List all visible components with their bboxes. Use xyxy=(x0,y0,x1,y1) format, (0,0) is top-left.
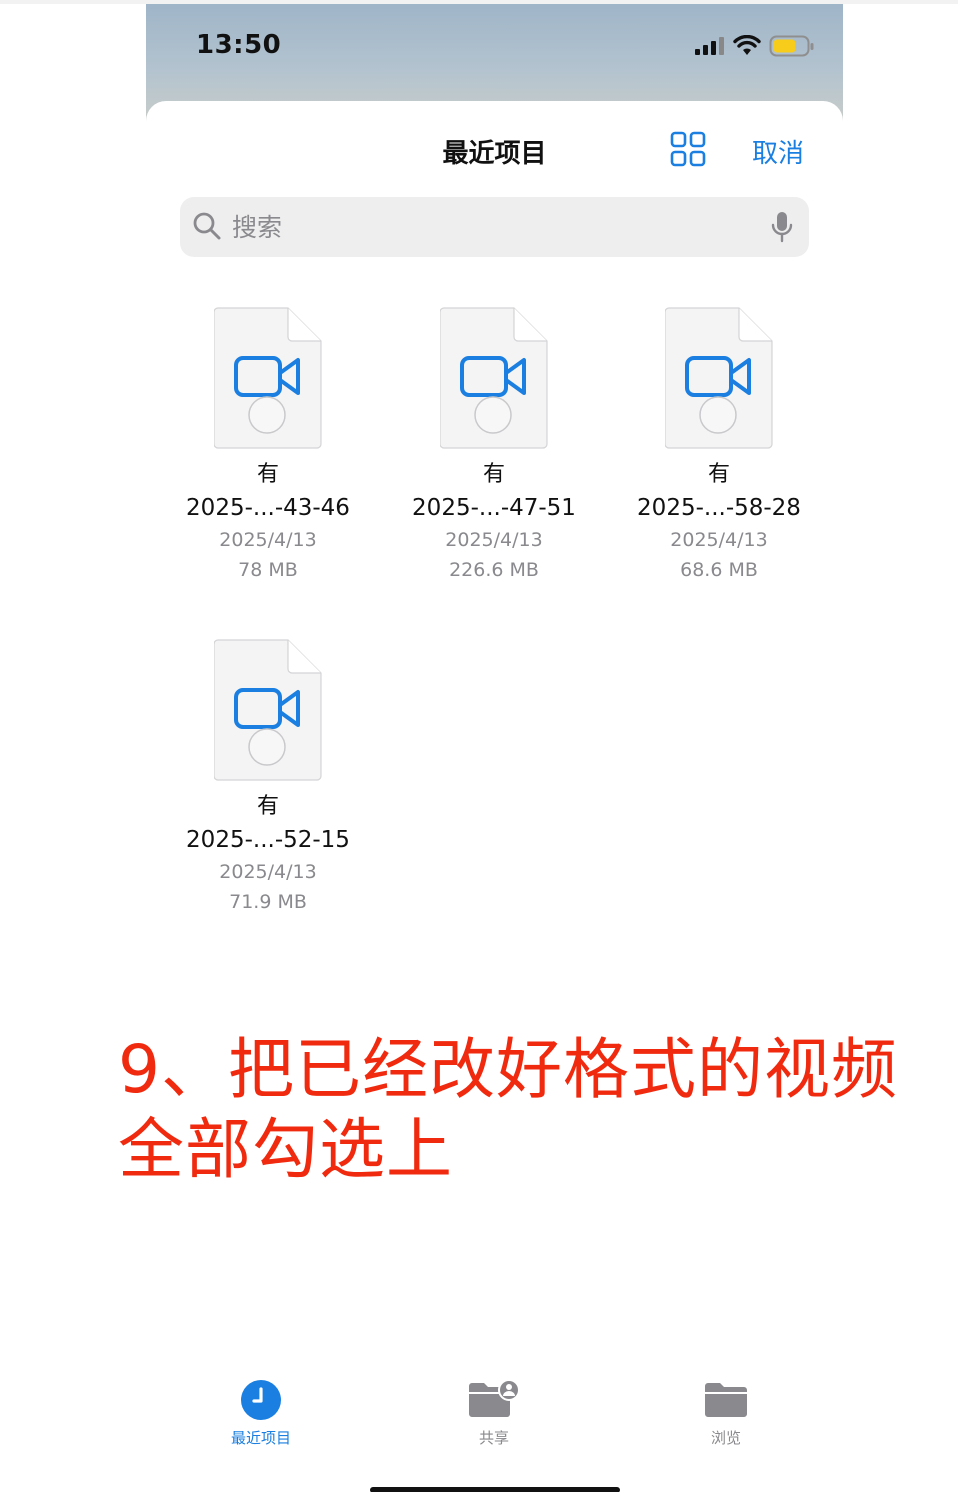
microphone-icon[interactable] xyxy=(771,211,793,243)
file-owner: 有 xyxy=(256,794,279,819)
grid-view-button[interactable] xyxy=(670,131,706,167)
tab-label: 最近项目 xyxy=(230,1429,291,1447)
tab-label: 共享 xyxy=(478,1429,509,1447)
file-thumbnail xyxy=(214,307,322,449)
file-item[interactable]: 有 2025-...-43-46 2025/4/13 78 MB xyxy=(173,307,363,585)
file-name: 2025-...-43-46 xyxy=(186,495,350,521)
file-date: 2025/4/13 xyxy=(219,529,317,551)
file-date: 2025/4/13 xyxy=(445,529,543,551)
file-item[interactable]: 有 2025-...-58-28 2025/4/13 68.6 MB xyxy=(624,307,814,585)
file-date: 2025/4/13 xyxy=(219,861,317,883)
page-title: 最近项目 xyxy=(442,139,547,169)
status-time: 13:50 xyxy=(196,30,282,60)
status-icons xyxy=(695,34,815,58)
search-icon xyxy=(193,212,221,240)
annotation-line-2: 全部勾选上 xyxy=(118,1111,453,1188)
folder-icon xyxy=(705,1383,747,1417)
document-icon xyxy=(214,639,322,781)
cancel-button[interactable]: 取消 xyxy=(752,133,804,170)
file-name: 2025-...-47-51 xyxy=(412,495,576,521)
battery-icon xyxy=(769,35,814,57)
tab-shared[interactable]: 共享 xyxy=(424,1378,564,1448)
file-owner: 有 xyxy=(482,462,505,487)
file-name: 2025-...-52-15 xyxy=(186,827,350,853)
file-name: 2025-...-58-28 xyxy=(637,495,801,521)
file-size: 226.6 MB xyxy=(449,559,539,581)
file-item[interactable]: 有 2025-...-52-15 2025/4/13 71.9 MB xyxy=(173,639,363,917)
search-input[interactable] xyxy=(232,205,752,249)
annotation-line-1: 9、把已经改好格式的视频 xyxy=(118,1031,898,1108)
wifi-icon xyxy=(733,35,761,55)
file-size: 68.6 MB xyxy=(680,559,758,581)
file-size: 78 MB xyxy=(238,559,298,581)
tab-recents[interactable]: 最近项目 xyxy=(191,1378,331,1448)
file-thumbnail xyxy=(665,307,773,449)
clock-icon xyxy=(241,1380,281,1420)
shared-folder-icon xyxy=(469,1380,520,1417)
signal-icon xyxy=(695,37,724,55)
document-icon xyxy=(665,307,773,449)
instruction-annotation: 9、把已经改好格式的视频 全部勾选上 xyxy=(118,1030,938,1190)
file-item[interactable]: 有 2025-...-47-51 2025/4/13 226.6 MB xyxy=(399,307,589,585)
search-bar[interactable] xyxy=(180,197,809,257)
grid-view-icon xyxy=(670,131,706,167)
home-indicator xyxy=(370,1487,620,1492)
file-thumbnail xyxy=(440,307,548,449)
file-date: 2025/4/13 xyxy=(670,529,768,551)
document-icon xyxy=(440,307,548,449)
file-size: 71.9 MB xyxy=(229,891,307,913)
file-owner: 有 xyxy=(256,462,279,487)
document-icon xyxy=(214,307,322,449)
tab-label: 浏览 xyxy=(710,1429,741,1447)
file-owner: 有 xyxy=(707,462,730,487)
file-thumbnail xyxy=(214,639,322,781)
tab-browse[interactable]: 浏览 xyxy=(656,1378,796,1448)
tab-bar: 最近项目 共享 浏览 xyxy=(146,1378,843,1458)
file-picker-sheet: 最近项目 取消 搜索 有 2025-...-43-46 2025/4/13 78… xyxy=(146,101,843,1492)
